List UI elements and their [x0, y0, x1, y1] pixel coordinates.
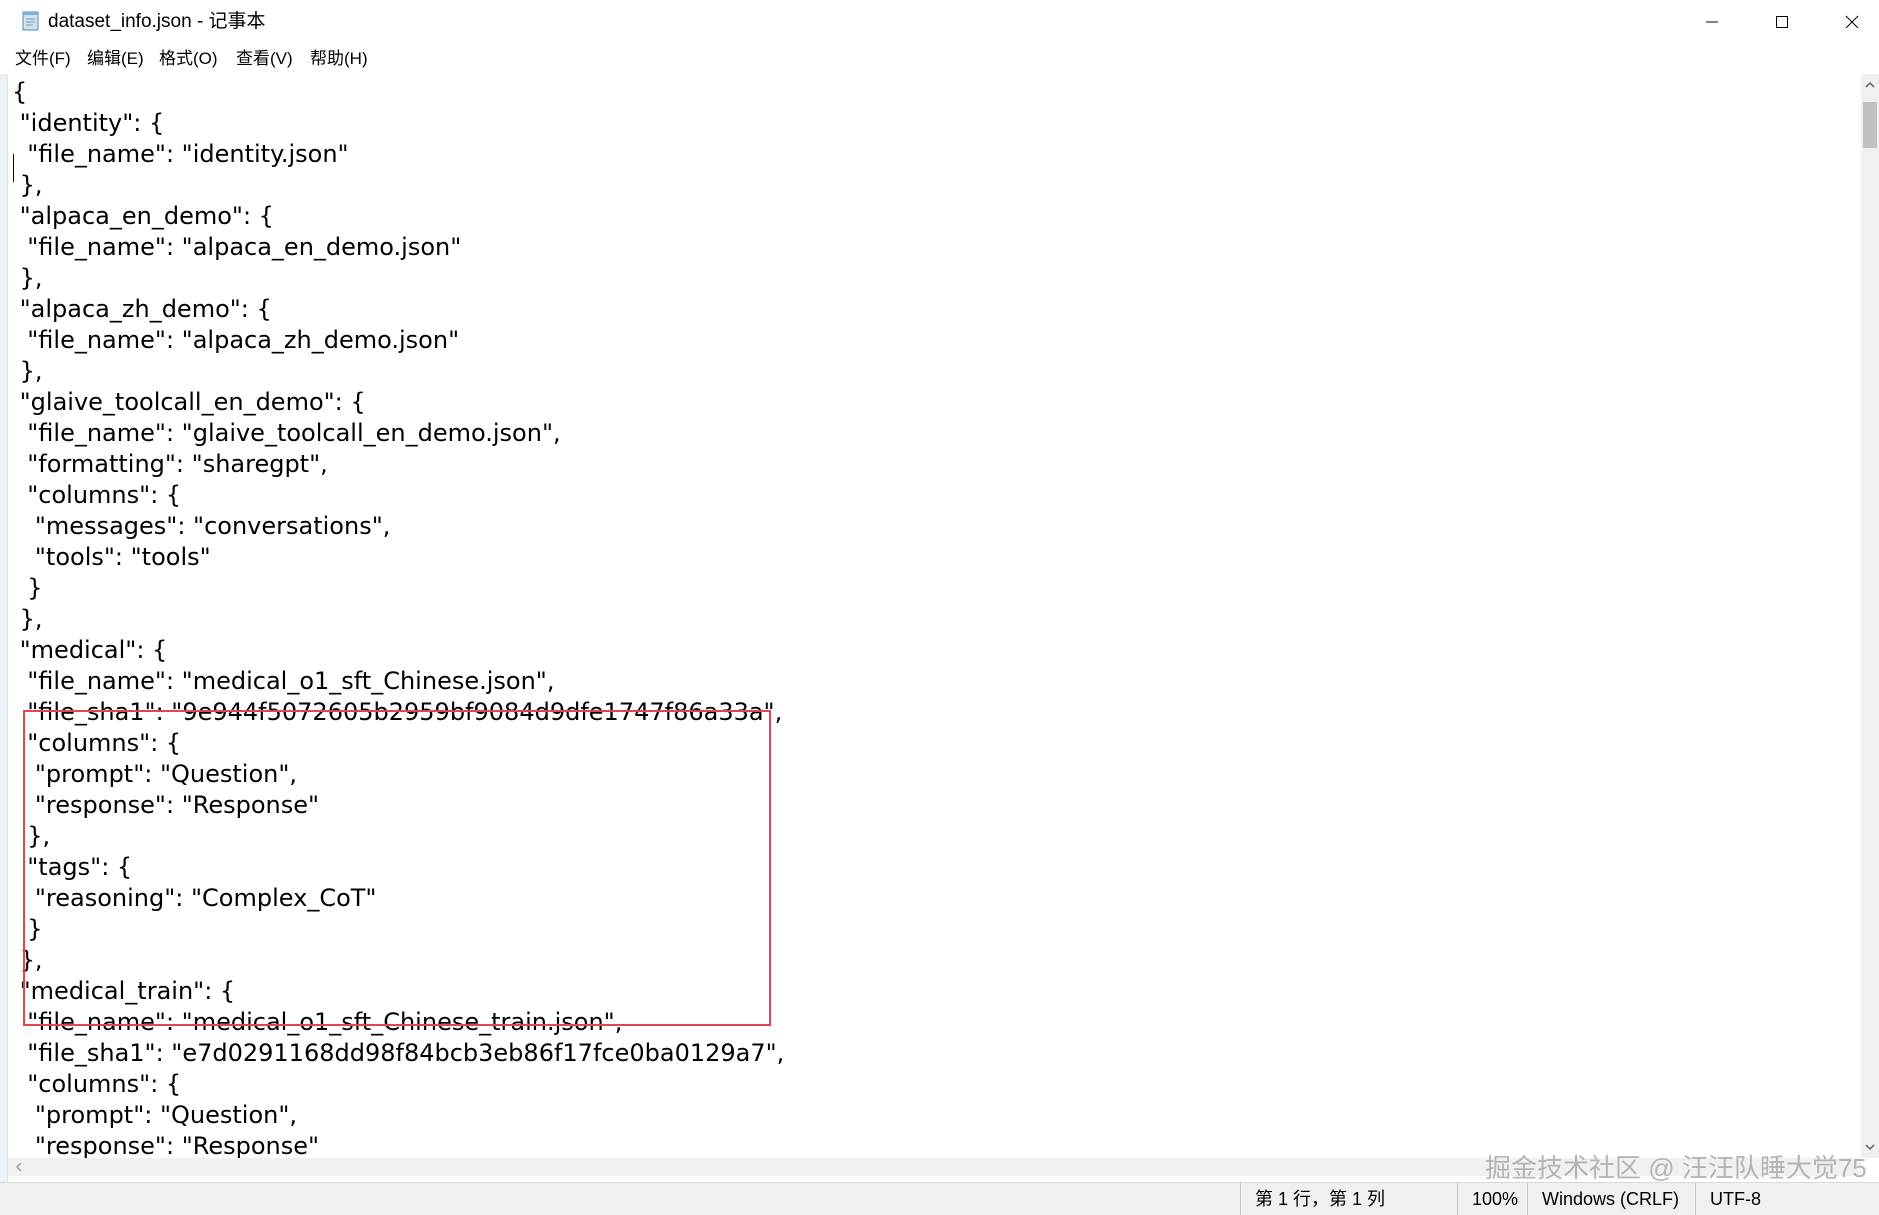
menu-edit[interactable]: 编辑(E)	[86, 48, 145, 70]
title-bar[interactable]: dataset_info.json - 记事本	[0, 0, 1879, 44]
menu-bar: 文件(F) 编辑(E) 格式(O) 查看(V) 帮助(H)	[0, 44, 1879, 74]
chevron-up-icon	[1865, 81, 1875, 88]
window-title: dataset_info.json - 记事本	[48, 11, 266, 32]
close-button[interactable]	[1817, 0, 1879, 44]
vertical-scrollbar[interactable]	[1861, 74, 1879, 1158]
scrollbar-thumb[interactable]	[1863, 102, 1877, 148]
chevron-left-icon	[15, 1162, 22, 1172]
minimize-button[interactable]	[1677, 0, 1747, 44]
close-icon	[1845, 15, 1859, 29]
cursor-position: 第 1 行，第 1 列	[1240, 1183, 1457, 1215]
menu-file[interactable]: 文件(F)	[14, 48, 72, 70]
menu-help[interactable]: 帮助(H)	[309, 48, 369, 70]
maximize-button[interactable]	[1747, 0, 1817, 44]
editor-content[interactable]: { "identity": { "file_name": "identity.j…	[12, 77, 784, 1158]
notepad-icon[interactable]	[20, 10, 42, 32]
window-edge	[0, 74, 8, 1214]
text-encoding: UTF-8	[1695, 1183, 1879, 1215]
scroll-up-button[interactable]	[1861, 74, 1879, 96]
minimize-icon	[1706, 21, 1718, 23]
menu-view[interactable]: 查看(V)	[235, 48, 294, 70]
scroll-left-button[interactable]	[8, 1158, 30, 1176]
text-editor[interactable]: { "identity": { "file_name": "identity.j…	[8, 74, 1861, 1158]
maximize-icon	[1776, 16, 1788, 28]
text-caret	[13, 154, 14, 182]
watermark: 掘金技术社区 @ 汪汪队睡大觉75	[1485, 1153, 1867, 1183]
status-bar: 第 1 行，第 1 列 100% Windows (CRLF) UTF-8	[0, 1182, 1879, 1215]
menu-format[interactable]: 格式(O)	[158, 48, 219, 70]
zoom-level: 100%	[1457, 1183, 1527, 1215]
line-ending: Windows (CRLF)	[1527, 1183, 1695, 1215]
